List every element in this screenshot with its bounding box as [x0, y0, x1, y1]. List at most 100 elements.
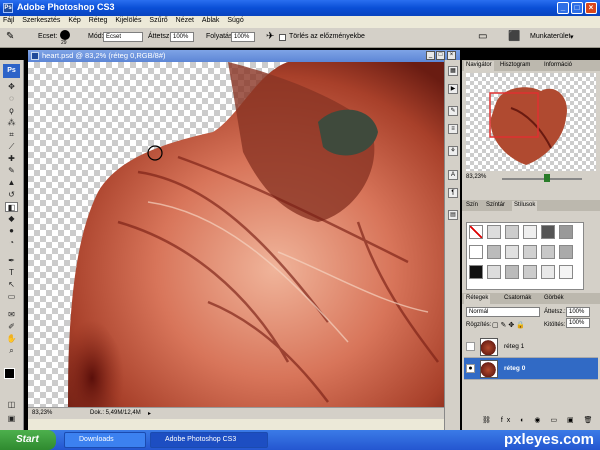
tab-info[interactable]: Információ — [542, 61, 574, 71]
style-none-icon[interactable] — [469, 225, 483, 239]
hand-tool-icon[interactable]: ✋ — [5, 334, 18, 344]
foreground-color-swatch[interactable] — [4, 368, 15, 379]
doc-maximize-button[interactable]: □ — [436, 51, 445, 60]
character-panel-icon[interactable]: A — [448, 170, 458, 180]
paint-bucket-icon[interactable]: ◆ — [5, 214, 18, 224]
style-swatch[interactable] — [541, 245, 555, 259]
eraser-tool-icon[interactable]: ◧ — [5, 202, 18, 212]
style-swatch[interactable] — [487, 265, 501, 279]
pen-tool-icon[interactable]: ✒ — [5, 256, 18, 266]
history-panel-icon[interactable]: ▦ — [448, 66, 458, 76]
lock-icons[interactable]: ▢ ✎ ✥ 🔒 — [492, 321, 525, 329]
tab-layers[interactable]: Rétegek — [464, 294, 491, 304]
minimize-button[interactable]: _ — [557, 2, 569, 14]
fill-field[interactable]: 100% — [566, 318, 590, 328]
style-swatch[interactable] — [559, 245, 573, 259]
doc-close-button[interactable]: × — [447, 51, 456, 60]
path-select-icon[interactable]: ↖ — [5, 280, 18, 290]
palette-well-icon[interactable]: ▭ — [478, 31, 487, 42]
menu-help[interactable]: Súgó — [224, 16, 246, 25]
workspace-button[interactable]: Munkaterület — [530, 33, 570, 40]
history-brush-icon[interactable]: ↺ — [5, 190, 18, 200]
style-swatch[interactable] — [505, 245, 519, 259]
navigator-slider-handle[interactable] — [544, 174, 550, 182]
close-button[interactable]: × — [585, 2, 597, 14]
actions-panel-icon[interactable]: ▶ — [448, 84, 458, 94]
paragraph-panel-icon[interactable]: ¶ — [448, 188, 458, 198]
zoom-tool-icon[interactable]: ⌕ — [5, 346, 18, 356]
tab-paths[interactable]: Görbék — [542, 294, 566, 304]
style-swatch[interactable] — [541, 225, 555, 239]
brushes-panel-icon[interactable]: ≡ — [448, 124, 458, 134]
style-swatch[interactable] — [559, 225, 573, 239]
canvas[interactable] — [28, 62, 444, 407]
style-swatch[interactable] — [523, 265, 537, 279]
stamp-tool-icon[interactable]: ▲ — [5, 178, 18, 188]
opacity-field[interactable]: 100% — [170, 32, 194, 42]
photoshop-logo[interactable]: Ps — [3, 64, 20, 78]
style-swatch[interactable] — [505, 265, 519, 279]
style-swatch[interactable] — [541, 265, 555, 279]
style-swatch[interactable] — [469, 265, 483, 279]
zoom-level[interactable]: 83,23% — [32, 410, 52, 416]
shape-tool-icon[interactable]: ▭ — [5, 292, 18, 302]
style-swatch[interactable] — [559, 265, 573, 279]
style-swatch[interactable] — [523, 245, 537, 259]
tab-color[interactable]: Szín — [464, 201, 480, 211]
mode-select[interactable]: Ecset — [103, 32, 143, 42]
layer-row[interactable]: réteg 1 — [464, 336, 598, 358]
menu-layer[interactable]: Réteg — [86, 16, 111, 25]
menu-file[interactable]: Fájl — [0, 16, 17, 25]
brush-tool-icon[interactable]: ✎ — [5, 166, 18, 176]
eye-icon[interactable]: ● — [466, 364, 475, 373]
layer-row-selected[interactable]: ● réteg 0 — [464, 358, 598, 380]
quick-mask-icon[interactable]: ◫ — [5, 400, 18, 410]
style-swatch[interactable] — [487, 245, 501, 259]
blend-mode-select[interactable]: Normál — [466, 307, 540, 317]
layer-comps-icon[interactable]: ▤ — [448, 210, 458, 220]
chevron-down-icon[interactable]: ▾ — [570, 33, 574, 41]
erase-to-history-checkbox[interactable] — [279, 34, 286, 41]
menu-edit[interactable]: Szerkesztés — [19, 16, 63, 25]
flow-field[interactable]: 100% — [231, 32, 255, 42]
layer-opacity-field[interactable]: 100% — [566, 307, 590, 317]
dodge-tool-icon[interactable]: ◔ — [5, 238, 18, 248]
layer-actions-bar[interactable]: ⛓ fx ◐ ◉ ▭ ▣ 🗑 — [482, 416, 596, 424]
tool-presets-icon[interactable]: ✎ — [448, 106, 458, 116]
move-tool-icon[interactable]: ✥ — [5, 82, 18, 92]
crop-tool-icon[interactable]: ⌗ — [5, 130, 18, 140]
taskbar-downloads[interactable]: Downloads — [64, 432, 146, 448]
menu-filter[interactable]: Szűrő — [146, 16, 170, 25]
brush-preview-icon[interactable] — [60, 30, 70, 40]
bridge-icon[interactable]: ⬛ — [508, 31, 520, 42]
style-swatch[interactable] — [505, 225, 519, 239]
menu-view[interactable]: Nézet — [173, 16, 197, 25]
tab-histogram[interactable]: Hisztogram — [498, 61, 532, 71]
doc-minimize-button[interactable]: _ — [426, 51, 435, 60]
tab-navigator[interactable]: Navigátor — [464, 61, 494, 71]
menu-select[interactable]: Kijelölés — [112, 16, 144, 25]
type-tool-icon[interactable]: T — [5, 268, 18, 278]
airbrush-icon[interactable]: ✈ — [266, 31, 274, 42]
notes-tool-icon[interactable]: ✉ — [5, 310, 18, 320]
navigator-preview[interactable] — [466, 73, 596, 171]
status-arrow-icon[interactable]: ▸ — [148, 410, 151, 417]
layer-visibility-toggle[interactable] — [466, 342, 475, 351]
eraser-tool-icon[interactable]: ✎ — [6, 31, 14, 42]
clone-source-icon[interactable]: ⚘ — [448, 146, 458, 156]
maximize-button[interactable]: □ — [571, 2, 583, 14]
healing-brush-icon[interactable]: ✚ — [5, 154, 18, 164]
start-button[interactable]: Start — [0, 430, 56, 450]
navigator-zoom[interactable]: 83,23% — [466, 174, 486, 180]
slice-tool-icon[interactable]: ⟋ — [5, 142, 18, 152]
style-swatch[interactable] — [469, 245, 483, 259]
horizontal-scrollbar[interactable] — [28, 419, 460, 430]
eyedropper-icon[interactable]: ✐ — [5, 322, 18, 332]
lasso-tool-icon[interactable]: ϙ — [5, 106, 18, 116]
style-swatch[interactable] — [523, 225, 537, 239]
blur-tool-icon[interactable]: ● — [5, 226, 18, 236]
magic-wand-icon[interactable]: ⁂ — [5, 118, 18, 128]
tab-channels[interactable]: Csatornák — [502, 294, 533, 304]
taskbar-photoshop[interactable]: Adobe Photoshop CS3 — [150, 432, 268, 448]
screen-mode-icon[interactable]: ▣ — [5, 414, 18, 424]
